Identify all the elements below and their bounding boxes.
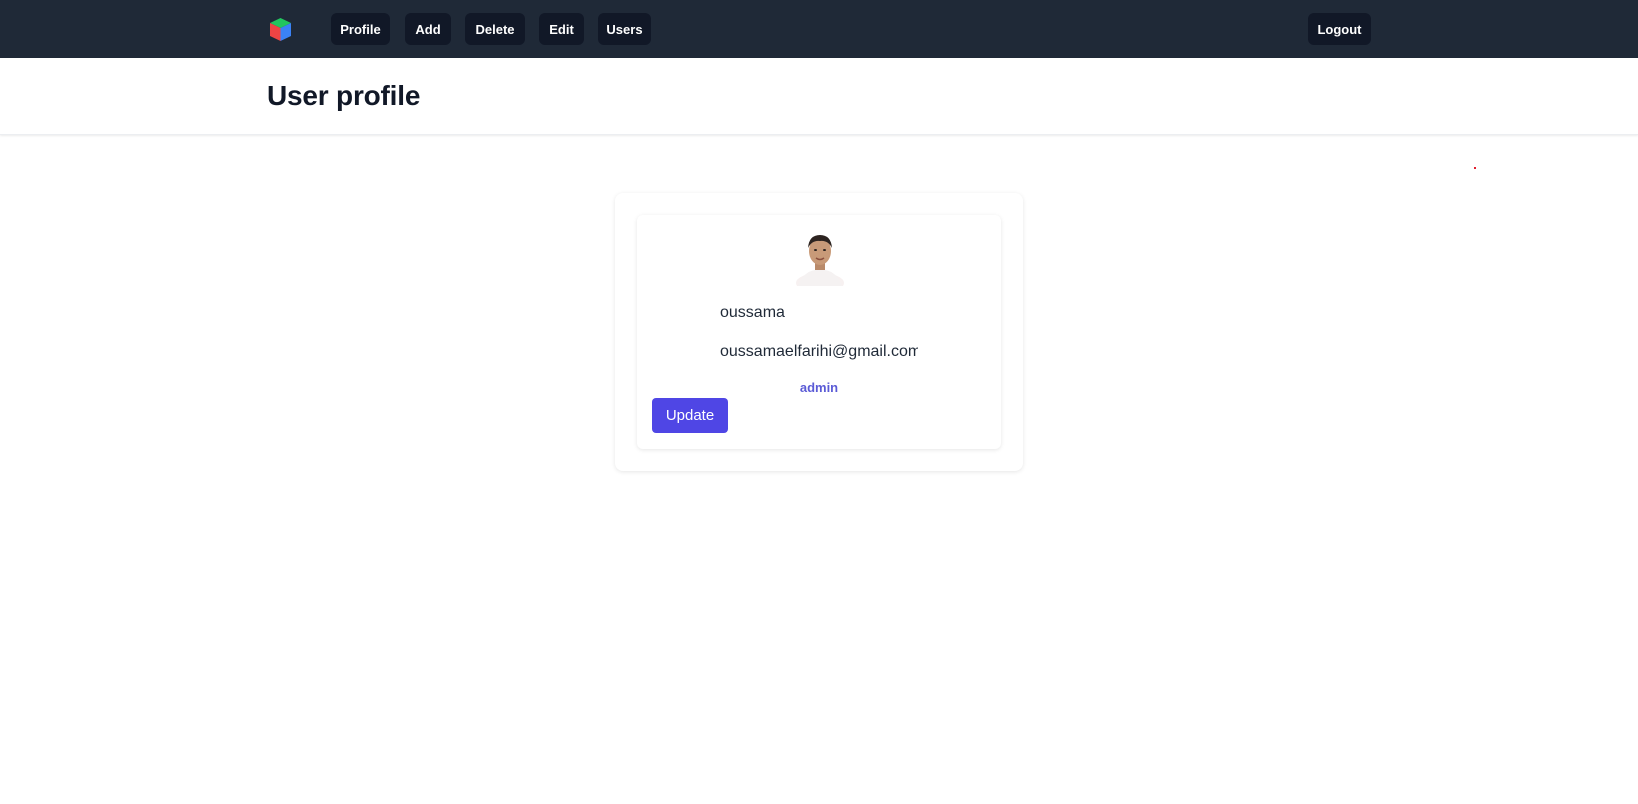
top-navbar: Profile Add Delete Edit Users Logout bbox=[0, 0, 1638, 58]
nav-edit-button[interactable]: Edit bbox=[539, 13, 584, 45]
page-header: User profile bbox=[0, 58, 1638, 135]
profile-email: oussamaelfarihi@gmail.com bbox=[720, 343, 918, 360]
nav-users-button[interactable]: Users bbox=[598, 13, 651, 45]
nav-profile-button[interactable]: Profile bbox=[331, 13, 390, 45]
nav-add-button[interactable]: Add bbox=[405, 13, 451, 45]
profile-role-badge: admin bbox=[799, 380, 839, 395]
update-button[interactable]: Update bbox=[652, 398, 728, 433]
stray-dot bbox=[1474, 167, 1476, 169]
page-title: User profile bbox=[267, 80, 421, 111]
nav-delete-button[interactable]: Delete bbox=[465, 13, 525, 45]
cube-logo-icon[interactable] bbox=[268, 17, 293, 42]
logout-button[interactable]: Logout bbox=[1308, 13, 1371, 45]
user-avatar bbox=[796, 235, 844, 286]
profile-name: oussama bbox=[720, 304, 785, 321]
